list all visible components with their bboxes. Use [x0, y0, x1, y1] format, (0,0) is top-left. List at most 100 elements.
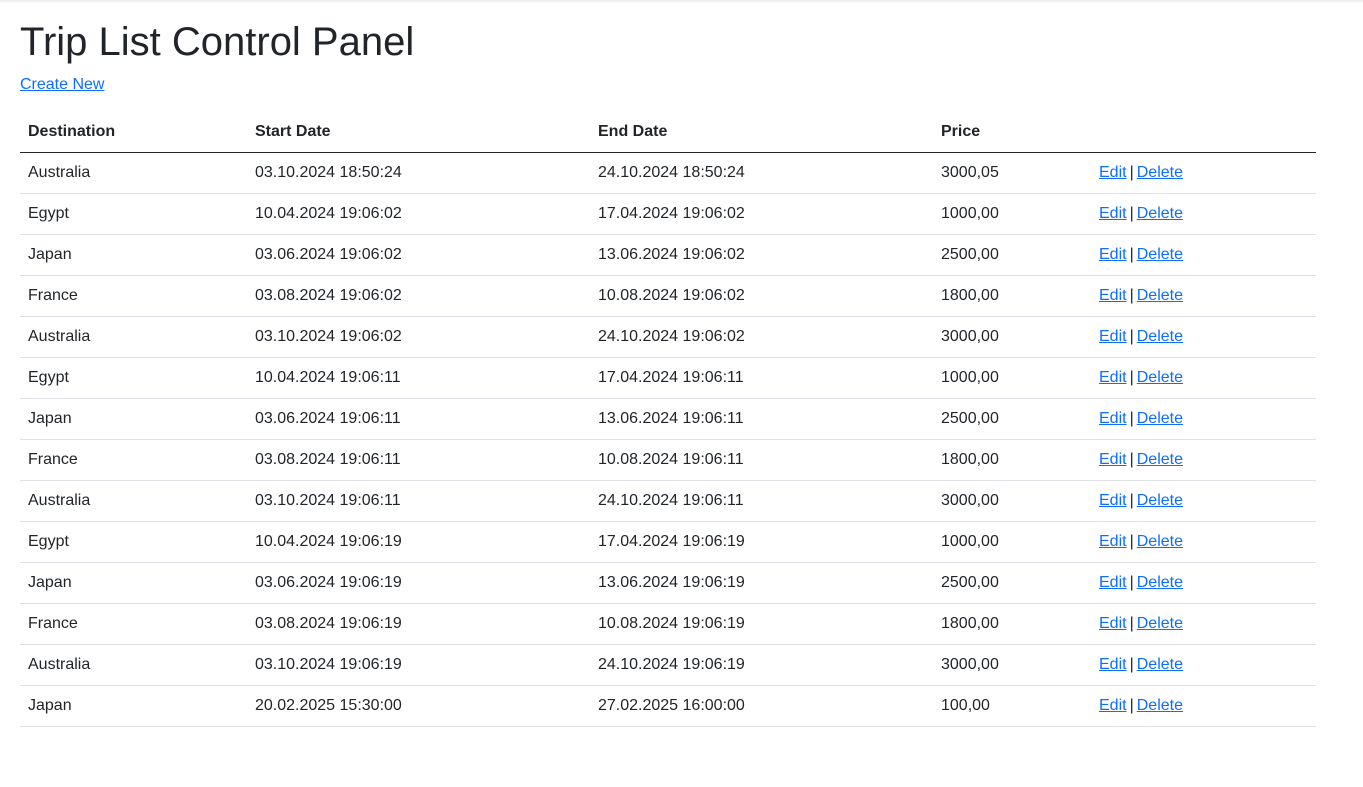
cell-price: 1000,00 — [933, 357, 1091, 399]
action-separator: | — [1129, 574, 1134, 591]
cell-actions: Edit | Delete — [1091, 644, 1316, 686]
edit-link[interactable]: Edit — [1099, 615, 1127, 632]
cell-actions: Edit | Delete — [1091, 398, 1316, 440]
cell-start-date: 03.08.2024 19:06:02 — [247, 275, 590, 317]
cell-start-date: 03.08.2024 19:06:19 — [247, 603, 590, 645]
cell-end-date: 10.08.2024 19:06:11 — [590, 439, 933, 481]
table-row: Egypt 10.04.2024 19:06:19 17.04.2024 19:06… — [20, 521, 1316, 563]
cell-end-date: 17.04.2024 19:06:02 — [590, 193, 933, 235]
create-new-link[interactable]: Create New — [20, 75, 104, 95]
action-separator: | — [1129, 205, 1134, 222]
edit-link[interactable]: Edit — [1099, 328, 1127, 345]
edit-link[interactable]: Edit — [1099, 369, 1127, 386]
cell-price: 3000,00 — [933, 644, 1091, 686]
page-title: Trip List Control Panel — [20, 20, 415, 64]
cell-price: 1800,00 — [933, 275, 1091, 317]
delete-link[interactable]: Delete — [1137, 246, 1183, 263]
cell-price: 1800,00 — [933, 439, 1091, 481]
action-separator: | — [1129, 451, 1134, 468]
cell-destination: Egypt — [20, 193, 247, 235]
cell-end-date: 24.10.2024 19:06:02 — [590, 316, 933, 358]
cell-destination: Japan — [20, 234, 247, 276]
cell-start-date: 03.08.2024 19:06:11 — [247, 439, 590, 481]
cell-end-date: 24.10.2024 19:06:11 — [590, 480, 933, 522]
cell-end-date: 13.06.2024 19:06:02 — [590, 234, 933, 276]
cell-actions: Edit | Delete — [1091, 562, 1316, 604]
cell-destination: France — [20, 603, 247, 645]
cell-start-date: 03.06.2024 19:06:19 — [247, 562, 590, 604]
cell-destination: Egypt — [20, 521, 247, 563]
action-separator: | — [1129, 697, 1134, 714]
cell-price: 1000,00 — [933, 521, 1091, 563]
cell-start-date: 10.04.2024 19:06:02 — [247, 193, 590, 235]
cell-price: 2500,00 — [933, 562, 1091, 604]
cell-end-date: 24.10.2024 18:50:24 — [590, 152, 933, 194]
cell-price: 1800,00 — [933, 603, 1091, 645]
action-separator: | — [1129, 615, 1134, 632]
cell-actions: Edit | Delete — [1091, 480, 1316, 522]
table-row: France 03.08.2024 19:06:19 10.08.2024 19:0… — [20, 603, 1316, 645]
table-row: Japan 20.02.2025 15:30:00 27.02.2025 16:00… — [20, 685, 1316, 727]
delete-link[interactable]: Delete — [1137, 369, 1183, 386]
edit-link[interactable]: Edit — [1099, 164, 1127, 181]
action-separator: | — [1129, 492, 1134, 509]
cell-end-date: 13.06.2024 19:06:19 — [590, 562, 933, 604]
cell-end-date: 24.10.2024 19:06:19 — [590, 644, 933, 686]
cell-destination: Australia — [20, 644, 247, 686]
cell-destination: Egypt — [20, 357, 247, 399]
delete-link[interactable]: Delete — [1137, 410, 1183, 427]
delete-link[interactable]: Delete — [1137, 205, 1183, 222]
edit-link[interactable]: Edit — [1099, 533, 1127, 550]
cell-price: 2500,00 — [933, 398, 1091, 440]
delete-link[interactable]: Delete — [1137, 615, 1183, 632]
table-body: Australia 03.10.2024 18:50:24 24.10.2024 1… — [20, 152, 1316, 727]
edit-link[interactable]: Edit — [1099, 205, 1127, 222]
delete-link[interactable]: Delete — [1137, 574, 1183, 591]
delete-link[interactable]: Delete — [1137, 328, 1183, 345]
edit-link[interactable]: Edit — [1099, 410, 1127, 427]
action-separator: | — [1129, 246, 1134, 263]
edit-link[interactable]: Edit — [1099, 287, 1127, 304]
action-separator: | — [1129, 287, 1134, 304]
cell-destination: Japan — [20, 562, 247, 604]
table-row: Japan 03.06.2024 19:06:11 13.06.2024 19:06… — [20, 398, 1316, 440]
edit-link[interactable]: Edit — [1099, 656, 1127, 673]
cell-destination: Australia — [20, 480, 247, 522]
table-row: France 03.08.2024 19:06:02 10.08.2024 19:0… — [20, 275, 1316, 317]
action-separator: | — [1129, 656, 1134, 673]
table-row: France 03.08.2024 19:06:11 10.08.2024 19:0… — [20, 439, 1316, 481]
delete-link[interactable]: Delete — [1137, 164, 1183, 181]
delete-link[interactable]: Delete — [1137, 451, 1183, 468]
table-row: Australia 03.10.2024 19:06:19 24.10.2024 1… — [20, 644, 1316, 686]
table-row: Australia 03.10.2024 18:50:24 24.10.2024 1… — [20, 152, 1316, 194]
action-separator: | — [1129, 533, 1134, 550]
cell-destination: Japan — [20, 398, 247, 440]
edit-link[interactable]: Edit — [1099, 574, 1127, 591]
header-destination: Destination — [20, 112, 247, 153]
edit-link[interactable]: Edit — [1099, 492, 1127, 509]
delete-link[interactable]: Delete — [1137, 697, 1183, 714]
header-actions — [1091, 112, 1316, 153]
delete-link[interactable]: Delete — [1137, 533, 1183, 550]
cell-end-date: 10.08.2024 19:06:19 — [590, 603, 933, 645]
table-header: Destination Start Date End Date Price — [20, 112, 1316, 153]
cell-destination: Australia — [20, 152, 247, 194]
cell-destination: France — [20, 439, 247, 481]
delete-link[interactable]: Delete — [1137, 492, 1183, 509]
cell-actions: Edit | Delete — [1091, 685, 1316, 727]
edit-link[interactable]: Edit — [1099, 246, 1127, 263]
cell-start-date: 03.10.2024 19:06:19 — [247, 644, 590, 686]
cell-actions: Edit | Delete — [1091, 275, 1316, 317]
cell-end-date: 10.08.2024 19:06:02 — [590, 275, 933, 317]
delete-link[interactable]: Delete — [1137, 656, 1183, 673]
cell-destination: Australia — [20, 316, 247, 358]
action-separator: | — [1129, 164, 1134, 181]
table-row: Japan 03.06.2024 19:06:19 13.06.2024 19:06… — [20, 562, 1316, 604]
delete-link[interactable]: Delete — [1137, 287, 1183, 304]
table-row: Japan 03.06.2024 19:06:02 13.06.2024 19:06… — [20, 234, 1316, 276]
cell-end-date: 13.06.2024 19:06:11 — [590, 398, 933, 440]
cell-price: 3000,00 — [933, 480, 1091, 522]
edit-link[interactable]: Edit — [1099, 451, 1127, 468]
cell-actions: Edit | Delete — [1091, 193, 1316, 235]
edit-link[interactable]: Edit — [1099, 697, 1127, 714]
